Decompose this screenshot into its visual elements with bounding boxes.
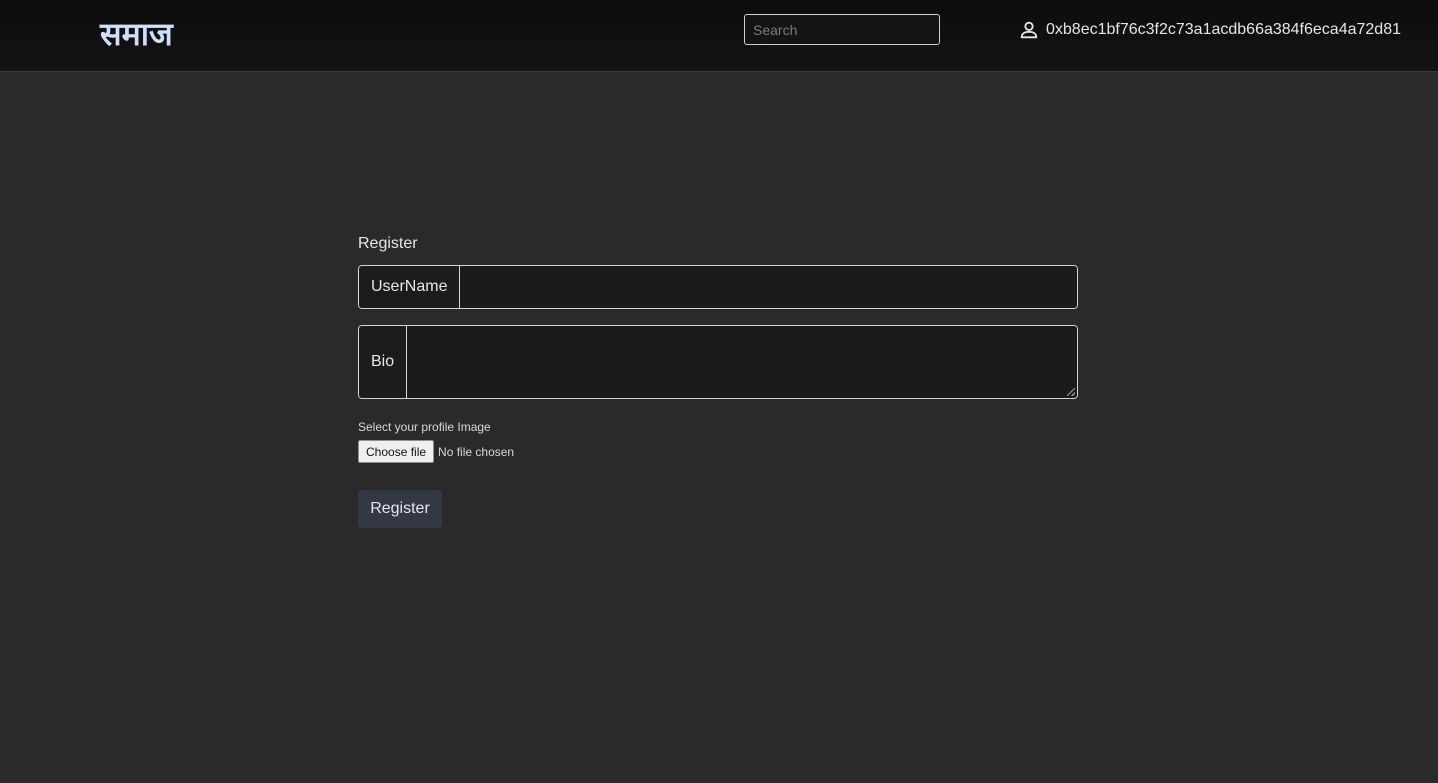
top-navbar: समाज 0xb8ec1bf76c3f2c73a1acdb66a384f6eca… [0, 0, 1438, 72]
username-label: UserName [359, 266, 461, 308]
register-form: Register UserName Bio Select your profil… [358, 233, 1078, 528]
register-button[interactable]: Register [358, 490, 442, 528]
bio-label: Bio [359, 326, 408, 398]
brand-logo[interactable]: समाज [100, 12, 173, 56]
form-title: Register [358, 235, 418, 252]
resize-handle-icon[interactable] [1067, 388, 1075, 396]
file-status: No file chosen [438, 444, 515, 459]
account-address: 0xb8ec1bf76c3f2c73a1acdb66a384f6eca4a72d… [1046, 21, 1401, 38]
file-input-label: Select your profile Image [358, 420, 491, 434]
search-input[interactable] [744, 14, 940, 45]
username-input[interactable] [460, 266, 1077, 308]
account-link[interactable]: 0xb8ec1bf76c3f2c73a1acdb66a384f6eca4a72d… [1018, 18, 1401, 42]
bio-group: Bio [358, 325, 1078, 399]
choose-file-button[interactable]: Choose file [358, 440, 435, 463]
file-input: Choose file No file chosen [358, 440, 1078, 463]
user-icon [1018, 19, 1040, 41]
username-group: UserName [358, 265, 1078, 309]
bio-textarea[interactable] [407, 326, 1077, 398]
